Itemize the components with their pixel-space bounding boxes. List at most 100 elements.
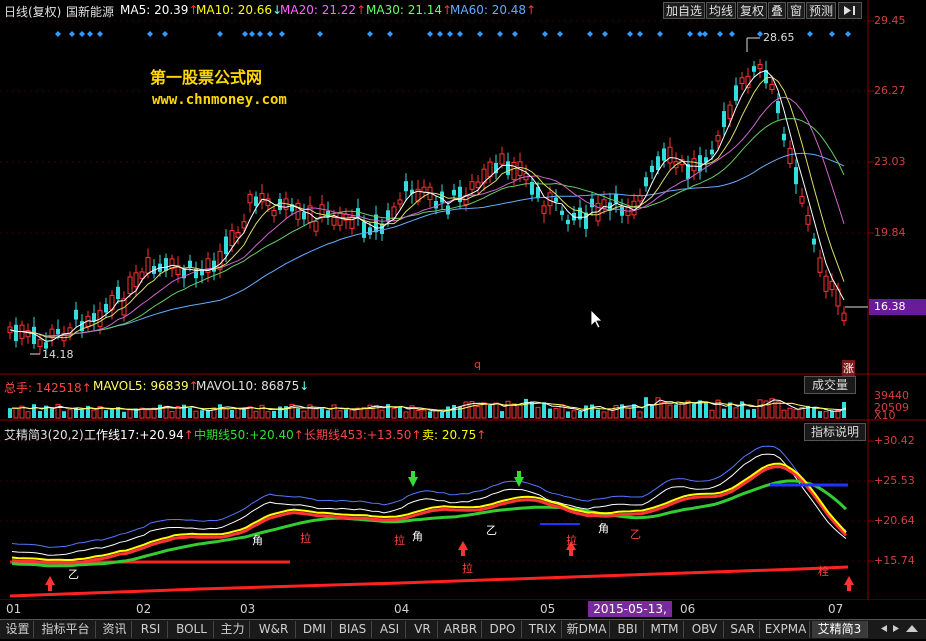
volume-bar [253, 410, 259, 419]
diamond-marker [249, 31, 255, 37]
diamond-marker [602, 31, 608, 37]
volume-bar [596, 409, 600, 418]
tab-dmi[interactable]: DMI [298, 621, 332, 638]
volume-bar [313, 408, 319, 419]
tab-arbr[interactable]: ARBR [440, 621, 482, 638]
tab-expma[interactable]: EXPMA [762, 621, 810, 638]
tab-asi[interactable]: ASI [374, 621, 406, 638]
mavol10-line [11, 401, 847, 411]
diamond-marker [657, 31, 663, 37]
tab-rsi[interactable]: RSI [134, 621, 168, 638]
indicator-help-button[interactable]: 指标说明 [804, 423, 866, 441]
chart-canvas[interactable] [0, 0, 926, 600]
tab-trix[interactable]: TRIX [524, 621, 562, 638]
diamond-marker [807, 31, 813, 37]
tab-mtm[interactable]: MTM [646, 621, 684, 638]
indicator-tick: +15.74 [874, 554, 915, 567]
candle [92, 304, 96, 331]
volume-bar [446, 406, 450, 418]
candle [679, 154, 685, 173]
volume-bar [733, 407, 739, 419]
tab-wr[interactable]: W&R [252, 621, 296, 638]
candle [739, 71, 745, 91]
diamond-marker [687, 31, 693, 37]
x-axis-label: 03 [240, 602, 256, 616]
volume-bar [644, 397, 648, 418]
tab-scroll-controls[interactable] [876, 621, 924, 638]
diamond-marker [457, 31, 463, 37]
watermark-url: www.chnmoney.com [152, 92, 287, 108]
indicator-tick: +30.42 [874, 434, 915, 447]
tab-bbi[interactable]: BBI [612, 621, 644, 638]
candle [458, 179, 462, 210]
ma20-line [9, 96, 845, 337]
volume-bar [440, 411, 444, 418]
tab-dpo[interactable]: DPO [484, 621, 522, 638]
x-axis-label: 01 [6, 602, 22, 616]
volume-bar [301, 410, 307, 419]
volume-bar [223, 408, 229, 419]
indicator-tick: +20.64 [874, 514, 915, 527]
diamond-marker [79, 31, 85, 37]
candle [776, 93, 780, 120]
volume-bar [403, 411, 409, 419]
ma60-line [9, 152, 845, 337]
diamond-marker [257, 31, 263, 37]
diamond-marker [497, 31, 503, 37]
diamond-marker [587, 31, 593, 37]
signal-label: 角 [252, 534, 263, 547]
tab-indicator-platform[interactable]: 指标平台 [36, 621, 96, 638]
diamond-marker [829, 31, 835, 37]
tab-settings[interactable]: 设置 [2, 621, 34, 638]
volume-button[interactable]: 成交量 [804, 376, 856, 394]
volume-bar [337, 410, 343, 419]
volume-bar [650, 404, 654, 418]
volume-bar [704, 402, 708, 418]
volume-bar [787, 407, 793, 419]
candle [805, 206, 811, 232]
diamond-marker [512, 31, 518, 37]
volume-bar [145, 409, 151, 419]
cursor-date-label: 2015-05-13,三 [588, 601, 672, 632]
candle [349, 209, 355, 235]
volume-bar [601, 411, 607, 419]
price-tick: 23.03 [874, 155, 906, 168]
volume-bar [505, 400, 511, 419]
tab-main-force[interactable]: 主力 [216, 621, 250, 638]
tab-bias[interactable]: BIAS [334, 621, 372, 638]
candle [247, 190, 253, 213]
tab-obv[interactable]: OBV [686, 621, 724, 638]
current-price-label: 16.38 [874, 300, 906, 313]
candle [362, 215, 366, 243]
volume-bar [542, 402, 546, 418]
volume-bar [122, 411, 126, 418]
volume-bar [578, 411, 582, 418]
volume-bar [571, 410, 577, 419]
tab-vr[interactable]: VR [408, 621, 438, 638]
volume-bar [793, 408, 799, 419]
tab-news[interactable]: 资讯 [98, 621, 132, 638]
candle [835, 282, 841, 315]
tab-boll[interactable]: BOLL [170, 621, 214, 638]
volume-bar [637, 411, 643, 419]
volume-bar [524, 398, 528, 418]
x-axis-label: 06 [680, 602, 696, 616]
watermark-title: 第一股票公式网 [150, 68, 263, 87]
volume-bar [218, 404, 222, 418]
volume-bar [326, 410, 330, 418]
low-price-label: 14.18 [42, 348, 74, 361]
volume-bar [607, 409, 613, 419]
diamond-marker [217, 31, 223, 37]
candle [757, 59, 763, 79]
volume-bar [535, 406, 541, 419]
tab-new-dma[interactable]: 新DMA [564, 621, 610, 638]
diamond-marker [317, 31, 323, 37]
candle [74, 301, 78, 328]
tab-sar[interactable]: SAR [726, 621, 760, 638]
diamond-marker [845, 31, 851, 37]
volume-bar [415, 409, 421, 419]
volume-bar [781, 409, 787, 419]
volume-bars [8, 397, 846, 419]
tab-ai-jingjian3[interactable]: 艾精简3 [812, 621, 868, 638]
diamond-marker [637, 31, 643, 37]
